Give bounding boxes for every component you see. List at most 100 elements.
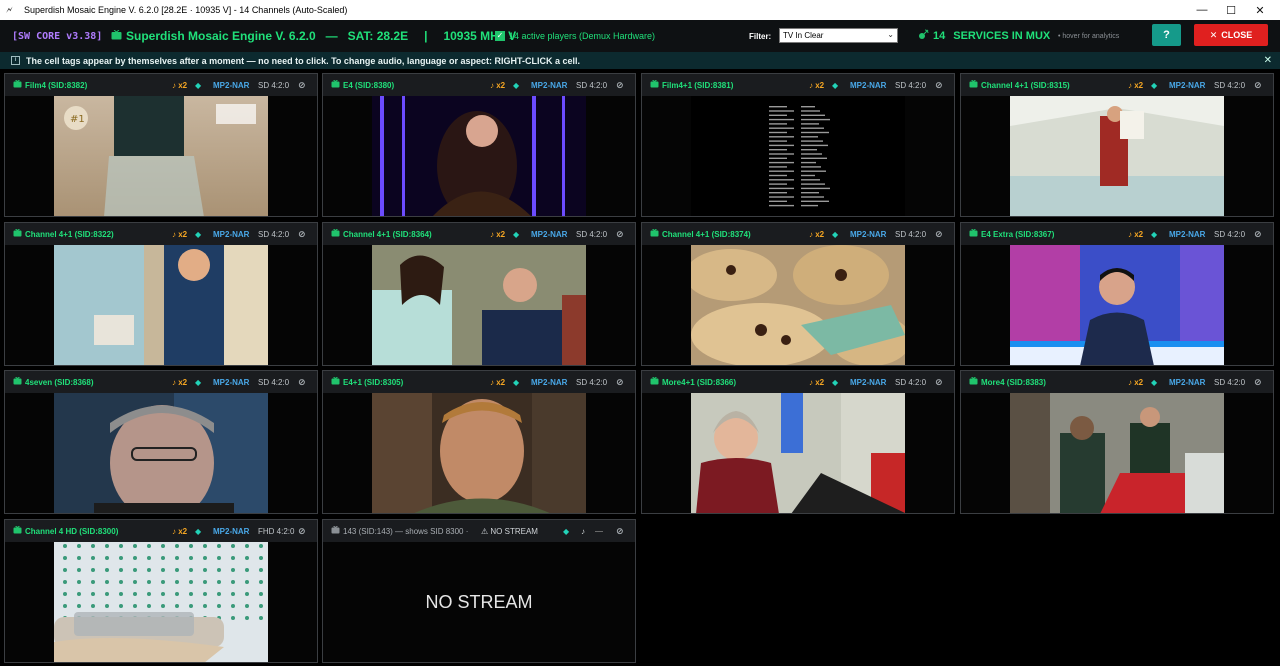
settings-icon[interactable]: ⊘ <box>616 229 624 240</box>
codec-label: MP2-NAR <box>1169 229 1206 239</box>
nostream-message: NO STREAM <box>425 592 533 612</box>
channel-name: Channel 4+1 (SID:8364) <box>343 229 432 239</box>
resolution-label: SD 4:2:0 <box>895 377 927 387</box>
cell-tag-bar: Film4+1 (SID:8381) ♪ x2 ◆ MP2-NAR SD 4:2… <box>642 74 954 96</box>
diamond-icon: ◆ <box>513 229 520 239</box>
settings-icon[interactable]: ⊘ <box>298 80 306 91</box>
video-frame <box>54 245 268 365</box>
cell-tag-bar: More4+1 (SID:8366) ♪ x2 ◆ MP2-NAR SD 4:2… <box>642 371 954 393</box>
codec-label: MP2-NAR <box>531 377 568 387</box>
channel-name: Channel 4+1 (SID:8322) <box>25 229 114 239</box>
audio-tracks[interactable]: ♪ x2 <box>172 378 187 387</box>
channel-cell-nostream[interactable]: 143 (SID:143) — shows SID 8300 · ⚠ NO ST… <box>322 519 636 663</box>
diamond-icon: ◆ <box>195 229 202 239</box>
channel-cell[interactable]: More4 (SID:8383) ♪ x2 ◆ MP2-NAR SD 4:2:0… <box>960 370 1274 514</box>
diamond-icon: ◆ <box>832 377 839 387</box>
tv-icon <box>111 29 122 43</box>
video-frame <box>54 393 268 513</box>
audio-tracks[interactable]: ♪ x2 <box>809 378 824 387</box>
audio-tracks[interactable]: ♪ x2 <box>490 230 505 239</box>
video-frame: #1 <box>54 96 268 216</box>
chevron-down-icon: ⌄ <box>887 30 894 39</box>
settings-icon[interactable]: ⊘ <box>616 80 624 91</box>
audio-tracks[interactable]: ♪ x2 <box>1128 378 1143 387</box>
codec-label: MP2-NAR <box>213 377 250 387</box>
settings-icon[interactable]: ⊘ <box>298 526 306 537</box>
settings-icon[interactable]: ⊘ <box>298 229 306 240</box>
codec-label: MP2-NAR <box>850 377 887 387</box>
settings-icon[interactable]: ⊘ <box>1254 80 1262 91</box>
tv-icon <box>969 79 978 90</box>
audio-tracks[interactable]: ♪ x2 <box>172 230 187 239</box>
core-version: [SW CORE v3.38] <box>12 30 103 42</box>
tv-icon <box>331 376 340 387</box>
tv-icon <box>969 376 978 387</box>
video-frame <box>1010 96 1224 216</box>
players-toggle[interactable]: ✓ 14 active players (Demux Hardware) <box>495 31 655 41</box>
settings-icon[interactable]: ⊘ <box>935 229 943 240</box>
audio-tracks[interactable]: ♪ x2 <box>490 378 505 387</box>
channel-name: E4 (SID:8380) <box>343 80 395 90</box>
channel-cell[interactable]: More4+1 (SID:8366) ♪ x2 ◆ MP2-NAR SD 4:2… <box>641 370 955 514</box>
channel-cell[interactable]: 4seven (SID:8368) ♪ x2 ◆ MP2-NAR SD 4:2:… <box>4 370 318 514</box>
cell-tag-bar: More4 (SID:8383) ♪ x2 ◆ MP2-NAR SD 4:2:0… <box>961 371 1273 393</box>
svg-text:#1: #1 <box>70 114 85 125</box>
help-button[interactable]: ? <box>1152 24 1181 46</box>
video-frame <box>54 542 268 662</box>
diamond-icon: ◆ <box>195 377 202 387</box>
channel-name: Film4 (SID:8382) <box>25 80 88 90</box>
tv-icon <box>13 228 22 239</box>
info-close-button[interactable]: ✕ <box>1264 55 1272 66</box>
settings-icon[interactable]: ⊘ <box>616 526 624 537</box>
settings-icon[interactable]: ⊘ <box>935 80 943 91</box>
channel-cell[interactable]: E4 (SID:8380) ♪ x2 ◆ MP2-NAR SD 4:2:0 ⊘ <box>322 73 636 217</box>
audio-tracks[interactable]: ♪ x2 <box>1128 230 1143 239</box>
cell-tag-bar: Channel 4 HD (SID:8300) ♪ x2 ◆ MP2-NAR F… <box>5 520 317 542</box>
filter-select[interactable]: TV In Clear ⌄ <box>779 28 898 43</box>
video-frame <box>372 245 586 365</box>
channel-cell[interactable]: Film4+1 (SID:8381) ♪ x2 ◆ MP2-NAR SD 4:2… <box>641 73 955 217</box>
diamond-icon: ◆ <box>563 526 570 536</box>
video-frame <box>691 245 905 365</box>
engine-status: Superdish Mosaic Engine V. 6.2.0 — SAT: … <box>111 29 516 43</box>
channel-cell[interactable]: E4+1 (SID:8305) ♪ x2 ◆ MP2-NAR SD 4:2:0 … <box>322 370 636 514</box>
codec-label: MP2-NAR <box>531 229 568 239</box>
channel-cell[interactable]: Channel 4+1 (SID:8315) ♪ x2 ◆ MP2-NAR SD… <box>960 73 1274 217</box>
checkbox-checked-icon[interactable]: ✓ <box>495 31 505 41</box>
settings-icon[interactable]: ⊘ <box>616 377 624 388</box>
window-close-button[interactable]: ✕ <box>1243 0 1277 20</box>
cell-tag-bar: E4 Extra (SID:8367) ♪ x2 ◆ MP2-NAR SD 4:… <box>961 223 1273 245</box>
cell-tag-bar: Channel 4+1 (SID:8322) ♪ x2 ◆ MP2-NAR SD… <box>5 223 317 245</box>
channel-cell[interactable]: Film4 (SID:8382) ♪ x2 ◆ MP2-NAR SD 4:2:0… <box>4 73 318 217</box>
tv-icon <box>650 228 659 239</box>
resolution-label: SD 4:2:0 <box>258 229 290 239</box>
cell-tag-bar: Channel 4+1 (SID:8374) ♪ x2 ◆ MP2-NAR SD… <box>642 223 954 245</box>
settings-icon[interactable]: ⊘ <box>935 377 943 388</box>
channel-cell[interactable]: Channel 4 HD (SID:8300) ♪ x2 ◆ MP2-NAR F… <box>4 519 318 663</box>
audio-tracks[interactable]: ♪ x2 <box>490 81 505 90</box>
channel-cell[interactable]: E4 Extra (SID:8367) ♪ x2 ◆ MP2-NAR SD 4:… <box>960 222 1274 366</box>
diamond-icon: ◆ <box>195 526 202 536</box>
video-frame <box>1010 245 1224 365</box>
tv-icon <box>331 525 340 536</box>
video-frame <box>691 96 905 216</box>
close-button[interactable]: ✕ CLOSE <box>1194 24 1268 46</box>
settings-icon[interactable]: ⊘ <box>298 377 306 388</box>
satellite-icon <box>918 29 929 43</box>
audio-tracks[interactable]: ♪ x2 <box>809 230 824 239</box>
diamond-icon: ◆ <box>195 80 202 90</box>
app-icon: 🗲 <box>6 4 13 16</box>
codec-label: MP2-NAR <box>213 229 250 239</box>
audio-tracks[interactable]: ♪ x2 <box>809 81 824 90</box>
audio-tracks[interactable]: ♪ x2 <box>172 527 187 536</box>
close-label: CLOSE <box>1221 30 1253 40</box>
settings-icon[interactable]: ⊘ <box>1254 229 1262 240</box>
diamond-icon: ◆ <box>1151 229 1158 239</box>
settings-icon[interactable]: ⊘ <box>1254 377 1262 388</box>
channel-cell[interactable]: Channel 4+1 (SID:8374) ♪ x2 ◆ MP2-NAR SD… <box>641 222 955 366</box>
channel-cell[interactable]: Channel 4+1 (SID:8364) ♪ x2 ◆ MP2-NAR SD… <box>322 222 636 366</box>
audio-tracks[interactable]: ♪ x2 <box>172 81 187 90</box>
audio-tracks[interactable]: ♪ x2 <box>1128 81 1143 90</box>
channel-cell[interactable]: Channel 4+1 (SID:8322) ♪ x2 ◆ MP2-NAR SD… <box>4 222 318 366</box>
diamond-icon: ◆ <box>1151 377 1158 387</box>
